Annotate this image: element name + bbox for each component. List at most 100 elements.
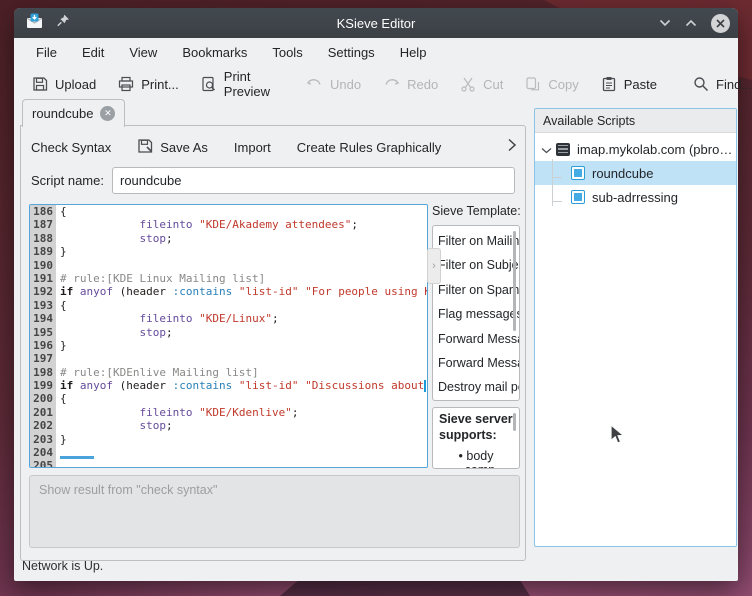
template-scrollbar[interactable] (513, 231, 516, 331)
menu-edit[interactable]: Edit (82, 45, 104, 60)
toolbar-button-label: Find... (716, 77, 752, 92)
code-text: { (56, 299, 427, 312)
script-icon (571, 190, 585, 204)
template-item[interactable]: Forward Message (438, 327, 519, 351)
create-rules-button[interactable]: Create Rules Graphically (297, 140, 442, 155)
code-line[interactable]: 200{ (30, 392, 427, 405)
code-line[interactable]: 192if anyof (header :contains "list-id" … (30, 285, 427, 298)
template-item[interactable]: Forward Message (438, 351, 519, 375)
template-item[interactable]: Destroy mail posted (438, 375, 519, 399)
tab-roundcube[interactable]: roundcube ✕ (22, 99, 125, 127)
maximize-button[interactable] (685, 19, 697, 27)
menu-file[interactable]: File (36, 45, 57, 60)
code-line[interactable]: 196} (30, 339, 427, 352)
upload-button[interactable]: Upload (24, 71, 104, 97)
print-preview-button[interactable]: Print Preview (193, 64, 278, 104)
code-line[interactable]: 202 stop; (30, 419, 427, 432)
code-text: } (56, 245, 427, 258)
supports-scrollbar[interactable] (513, 413, 516, 431)
desktop: KSieve Editor (0, 0, 752, 596)
tree-row-server[interactable]: imap.mykolab.com (pbro… (535, 137, 736, 161)
find-button[interactable]: Find... (685, 71, 752, 97)
check-syntax-button[interactable]: Check Syntax (31, 140, 111, 155)
cut-button: Cut (452, 71, 511, 97)
code-line[interactable]: 199if anyof (header :contains "list-id" … (30, 379, 427, 392)
scripts-tree: imap.mykolab.com (pbro… roundcube sub-ad… (535, 133, 736, 209)
menu-settings[interactable]: Settings (328, 45, 375, 60)
code-line[interactable]: 203} (30, 433, 427, 446)
save-as-button[interactable]: Save As (137, 138, 208, 157)
template-item[interactable]: Filter on Subject (438, 253, 519, 277)
titlebar[interactable]: KSieve Editor (14, 8, 738, 38)
toolbar-button-label: Paste (624, 77, 657, 92)
code-line[interactable]: 186{ (30, 205, 427, 218)
window-title: KSieve Editor (14, 16, 738, 31)
code-text: stop; (56, 232, 427, 245)
code-line[interactable]: 201 fileinto "KDE/Kdenlive"; (30, 406, 427, 419)
print-button[interactable]: Print... (110, 71, 187, 97)
tab-close-icon[interactable]: ✕ (100, 106, 115, 121)
toolbar-overflow-chevron-icon[interactable] (507, 138, 517, 156)
available-scripts-header: Available Scripts (535, 109, 736, 133)
editor-panel: Check Syntax Save As Import (20, 125, 526, 561)
code-line[interactable]: 191# rule:[KDE Linux Mailing list] (30, 272, 427, 285)
paste-button[interactable]: Paste (593, 71, 665, 97)
code-line[interactable]: 188 stop; (30, 232, 427, 245)
code-line[interactable]: 187 fileinto "KDE/Akademy attendees"; (30, 218, 427, 231)
close-button[interactable] (711, 14, 730, 33)
panel-collapse-chevron-icon[interactable]: › (427, 248, 441, 284)
expander-chevron-down-icon[interactable] (541, 142, 553, 157)
template-item[interactable]: Filter on Spam (438, 278, 519, 302)
script-action-row: Check Syntax Save As Import (31, 134, 517, 160)
tree-connector-line (552, 201, 562, 202)
script-label: sub-adrressing (592, 190, 678, 205)
script-name-row: Script name: (31, 166, 515, 194)
sieve-server-supports-box[interactable]: Sieve server supports: • body• comp (432, 407, 520, 469)
sieve-template-label: Sieve Template: (432, 204, 521, 218)
sieve-template-list[interactable]: Filter on MailinglistFilter on SubjectFi… (432, 225, 520, 401)
supports-item: • body (439, 449, 513, 463)
code-line[interactable]: 193{ (30, 299, 427, 312)
cut-icon (460, 76, 476, 92)
redo-button: Redo (375, 71, 446, 97)
check-syntax-result-box[interactable]: Show result from "check syntax" (29, 475, 520, 548)
mail-download-icon (26, 13, 44, 34)
copy-icon (525, 76, 541, 92)
minimize-button[interactable] (659, 19, 671, 27)
code-line[interactable]: 189} (30, 245, 427, 258)
script-name-input[interactable] (112, 167, 515, 194)
line-number: 189 (30, 245, 56, 258)
code-text (56, 459, 427, 468)
code-line[interactable]: 194 fileinto "KDE/Linux"; (30, 312, 427, 325)
toolbar-button-label: Redo (407, 77, 438, 92)
menu-help[interactable]: Help (400, 45, 427, 60)
line-number: 193 (30, 299, 56, 312)
import-button[interactable]: Import (234, 140, 271, 155)
menu-view[interactable]: View (129, 45, 157, 60)
template-item[interactable]: Flag messages (438, 302, 519, 326)
tree-row-script-roundcube[interactable]: roundcube (535, 161, 736, 185)
code-text (56, 259, 427, 272)
code-text: } (56, 433, 427, 446)
code-line[interactable]: 195 stop; (30, 326, 427, 339)
code-line[interactable]: 198# rule:[KDEnlive Mailing list] (30, 366, 427, 379)
toolbar-button-label: Print Preview (224, 69, 270, 99)
toolbar-group: Find... (685, 71, 752, 97)
toolbar-group: UploadPrint... Print Preview (24, 64, 278, 104)
template-item[interactable]: Filter on Mailinglist (438, 229, 519, 253)
statusbar: Network is Up. (22, 559, 103, 573)
code-line[interactable]: 197 (30, 352, 427, 365)
toolbar-button-label: Undo (330, 77, 361, 92)
code-text: } (56, 339, 427, 352)
code-line[interactable]: 204 (30, 446, 427, 459)
menu-bookmarks[interactable]: Bookmarks (182, 45, 247, 60)
available-scripts-panel: Available Scripts imap.mykolab.com (pbro… (534, 108, 737, 547)
code-line[interactable]: 190 (30, 259, 427, 272)
pin-icon[interactable] (56, 13, 71, 33)
script-name-label: Script name: (31, 173, 104, 188)
tree-row-script-sub-adrressing[interactable]: sub-adrressing (535, 185, 736, 209)
script-icon (571, 166, 585, 180)
menu-tools[interactable]: Tools (272, 45, 302, 60)
sieve-code-editor[interactable]: 186{187 fileinto "KDE/Akademy attendees"… (29, 204, 428, 468)
code-line[interactable]: 205 (30, 459, 427, 468)
